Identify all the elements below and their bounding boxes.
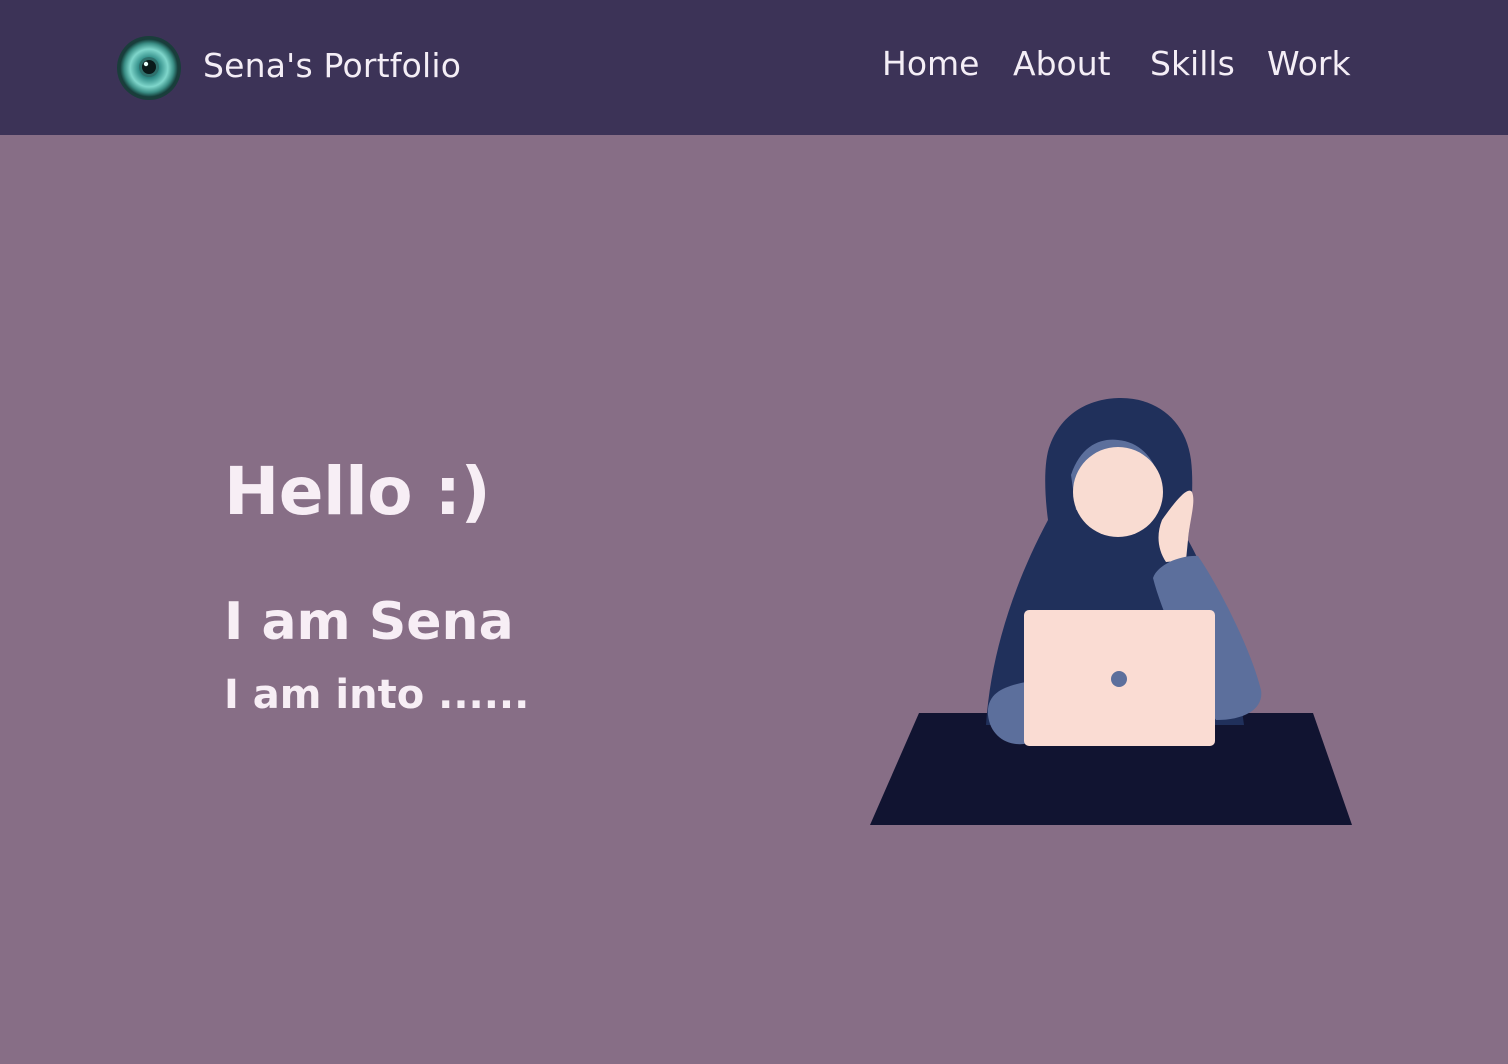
navbar: Sena's Portfolio Home About Skills Work — [0, 0, 1508, 135]
nav-work-link[interactable]: Work — [1267, 44, 1351, 84]
hero-tagline: I am into ...... — [224, 672, 530, 718]
nav-skills-link[interactable]: Skills — [1150, 44, 1235, 84]
nav-about-link[interactable]: About — [1013, 44, 1111, 84]
nav-home-link[interactable]: Home — [882, 44, 979, 84]
face-shape — [1073, 447, 1163, 537]
hero-greeting: Hello :) — [224, 453, 491, 530]
woman-with-laptop-illustration — [870, 398, 1352, 825]
laptop-logo-icon — [1111, 671, 1127, 687]
hero-name: I am Sena — [224, 592, 514, 652]
main-nav: Home About Skills Work — [0, 44, 1508, 84]
